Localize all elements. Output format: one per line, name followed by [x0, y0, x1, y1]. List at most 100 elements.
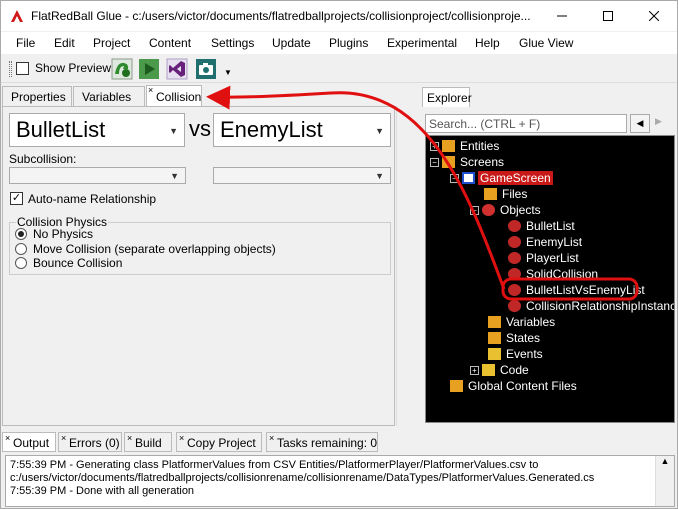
tree-node-global-content-files[interactable]: Global Content Files — [450, 378, 579, 394]
search-next-button[interactable]: ▶ — [655, 116, 662, 127]
tab-variables-label: Variables — [82, 90, 132, 104]
tree-node-bulletlistvsenemylist[interactable]: BulletListVsEnemyList — [508, 282, 647, 298]
explorer-search-input[interactable]: Search... (CTRL + F) — [425, 114, 627, 133]
collapse-icon[interactable]: − — [430, 158, 439, 167]
no-physics-radio[interactable] — [15, 228, 27, 240]
tab-output-label: Output — [13, 436, 50, 450]
menu-edit[interactable]: Edit — [54, 36, 75, 50]
bounce-collision-radio[interactable] — [15, 257, 27, 269]
output-line: c:/users/victor/documents/flatredballpro… — [10, 472, 595, 484]
object-icon — [508, 268, 521, 280]
visual-studio-icon[interactable] — [166, 58, 188, 80]
left-panel-scrollbar[interactable] — [396, 106, 411, 426]
menu-file[interactable]: File — [16, 36, 35, 50]
tab-build[interactable]: × Build — [124, 432, 172, 452]
explorer-tree[interactable]: + Entities − Screens − GameScreen Files − Ob… — [425, 135, 675, 423]
tree-node-screens[interactable]: − Screens — [430, 154, 506, 170]
toolbar-grip[interactable] — [9, 61, 12, 77]
menu-project[interactable]: Project — [93, 36, 130, 50]
tab-collision-close-icon[interactable]: × — [148, 86, 153, 95]
tree-node-objects[interactable]: − Objects — [470, 202, 543, 218]
minimize-icon — [557, 15, 567, 17]
output-tabs: × Output × Errors (0) × Build × Copy Project… — [1, 430, 677, 452]
events-icon — [488, 348, 501, 360]
tree-node-enemylist[interactable]: EnemyList — [508, 234, 584, 250]
close-icon[interactable]: × — [5, 433, 10, 443]
output-scrollbar[interactable]: ▲ — [655, 456, 674, 506]
object-icon — [508, 300, 521, 312]
tree-node-playerlist[interactable]: PlayerList — [508, 250, 581, 266]
bounce-collision-label: Bounce Collision — [33, 256, 123, 270]
camera-icon[interactable] — [195, 58, 217, 80]
first-collection-dropdown[interactable]: BulletList ▼ — [9, 113, 185, 147]
search-placeholder: Search... (CTRL + F) — [429, 117, 541, 131]
tree-node-events[interactable]: Events — [488, 346, 545, 362]
close-icon[interactable]: × — [61, 433, 66, 443]
tree-node-solidcollision[interactable]: SolidCollision — [508, 266, 600, 282]
chevron-down-icon: ▼ — [375, 126, 384, 136]
play-icon[interactable] — [138, 58, 160, 80]
close-icon[interactable]: × — [127, 433, 132, 443]
tab-collision[interactable]: × Collision — [146, 85, 202, 107]
expand-icon[interactable]: + — [470, 366, 479, 375]
tab-variables[interactable]: Variables — [73, 86, 145, 106]
minimize-button[interactable] — [539, 1, 585, 31]
chevron-up-icon: ▲ — [660, 456, 670, 466]
glue-run-icon[interactable] — [111, 58, 133, 80]
tree-node-bulletlist[interactable]: BulletList — [508, 218, 577, 234]
menu-experimental[interactable]: Experimental — [387, 36, 457, 50]
collapse-icon[interactable]: − — [470, 206, 479, 215]
show-preview-checkbox[interactable] — [16, 62, 29, 75]
window-title: FlatRedBall Glue - c:/users/victor/docum… — [31, 9, 531, 23]
auto-name-checkbox[interactable]: ✓ — [10, 192, 23, 205]
tree-node-entities[interactable]: + Entities — [430, 138, 501, 154]
object-icon — [508, 284, 521, 296]
tab-errors[interactable]: × Errors (0) — [58, 432, 122, 452]
tree-node-collisionrelationshipinstance[interactable]: CollisionRelationshipInstance — [508, 298, 674, 314]
objects-icon — [482, 204, 495, 216]
tab-copy-project[interactable]: × Copy Project — [176, 432, 262, 452]
folder-icon — [450, 380, 463, 392]
tab-tasks[interactable]: × Tasks remaining: 0 — [266, 432, 378, 452]
menu-update[interactable]: Update — [272, 36, 311, 50]
menu-settings[interactable]: Settings — [211, 36, 254, 50]
close-button[interactable] — [631, 1, 677, 31]
screen-icon — [462, 172, 475, 184]
object-icon — [508, 252, 521, 264]
second-subcollision-dropdown[interactable]: ▼ — [213, 167, 391, 184]
subcollision-label: Subcollision: — [9, 152, 77, 166]
collapse-icon[interactable]: − — [450, 174, 459, 183]
close-icon[interactable]: × — [179, 433, 184, 443]
menu-help[interactable]: Help — [475, 36, 500, 50]
tree-node-variables[interactable]: Variables — [488, 314, 557, 330]
tab-explorer[interactable]: Explorer — [422, 87, 472, 107]
first-collection-value: BulletList — [16, 117, 106, 142]
menu-content[interactable]: Content — [149, 36, 191, 50]
object-icon — [508, 236, 521, 248]
tab-output[interactable]: × Output — [2, 432, 56, 452]
no-physics-label: No Physics — [33, 227, 94, 241]
close-icon[interactable]: × — [269, 433, 274, 443]
app-window: FlatRedBall Glue - c:/users/victor/docum… — [0, 0, 678, 509]
vs-label: vs — [189, 116, 211, 141]
menu-plugins[interactable]: Plugins — [329, 36, 368, 50]
tree-node-states[interactable]: States — [488, 330, 542, 346]
move-collision-radio[interactable] — [15, 243, 27, 255]
chevron-down-icon: ▼ — [170, 171, 179, 181]
toolbar: Show Preview ▼ — [1, 55, 677, 83]
tab-properties-label: Properties — [11, 90, 66, 104]
second-collection-dropdown[interactable]: EnemyList ▼ — [213, 113, 391, 147]
search-previous-button[interactable]: ◀ — [630, 114, 650, 133]
toolbar-overflow-icon[interactable]: ▼ — [224, 68, 232, 77]
output-line: 7:55:39 PM - Done with all generation — [10, 485, 195, 497]
maximize-button[interactable] — [585, 1, 631, 31]
tree-node-gamescreen[interactable]: − GameScreen — [450, 170, 553, 186]
tab-properties[interactable]: Properties — [2, 86, 72, 106]
output-log[interactable]: 7:55:39 PM - Generating class Platformer… — [5, 455, 675, 507]
maximize-icon — [603, 11, 613, 21]
tree-node-code[interactable]: + Code — [470, 362, 531, 378]
first-subcollision-dropdown[interactable]: ▼ — [9, 167, 186, 184]
expand-icon[interactable]: + — [430, 142, 439, 151]
menu-glue-view[interactable]: Glue View — [519, 36, 573, 50]
tree-node-files[interactable]: Files — [484, 186, 529, 202]
